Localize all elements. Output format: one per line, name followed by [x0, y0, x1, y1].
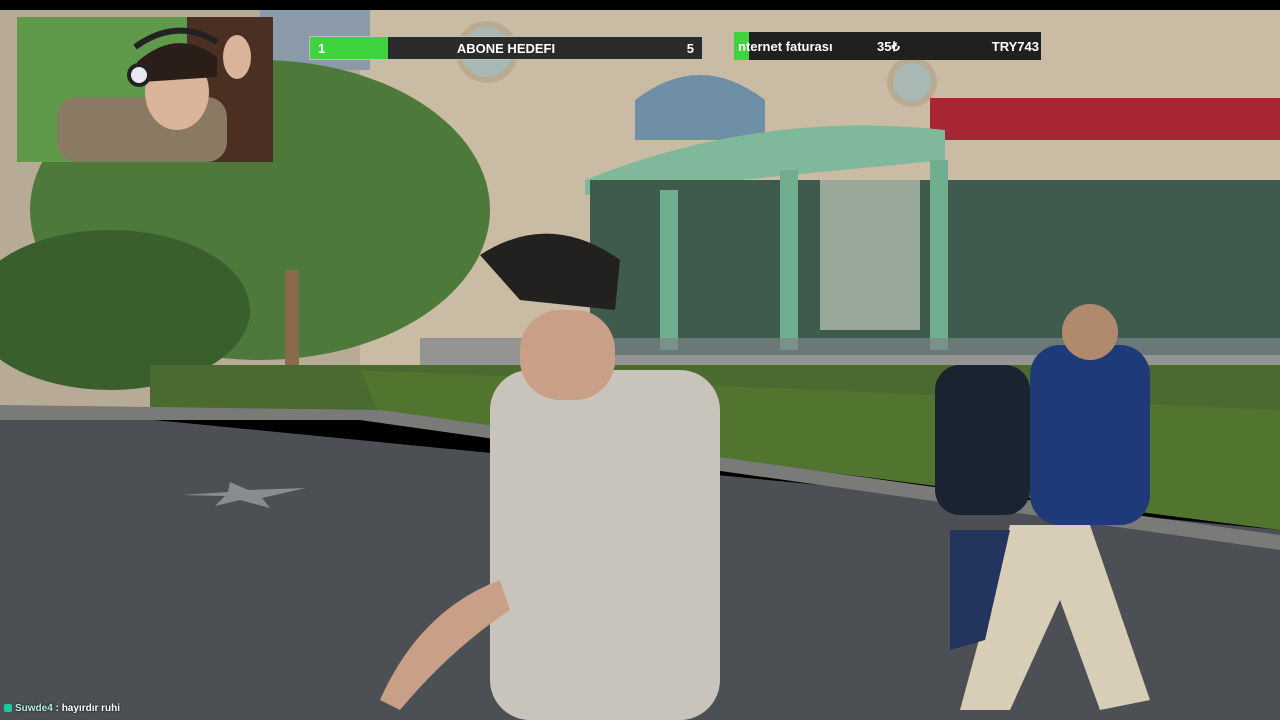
- stream-view: 1 ABONE HEDEFI 5 nternet faturası 35₺ TR…: [0, 0, 1280, 720]
- donation-goal-bar: nternet faturası 35₺ TRY743: [734, 32, 1041, 60]
- subscriber-goal-bar: 1 ABONE HEDEFI 5: [309, 36, 703, 60]
- donation-label: nternet faturası: [738, 39, 833, 54]
- chat-message: Suwde4 : hayırdır ruhi: [4, 703, 120, 714]
- chat-badge-icon: [4, 704, 12, 712]
- goal-title: ABONE HEDEFI: [456, 41, 556, 56]
- chat-separator: :: [55, 703, 59, 714]
- webcam-feed: [17, 17, 273, 162]
- letterbox-top: [0, 0, 1280, 10]
- donation-amount: 35₺: [877, 39, 900, 54]
- chat-username: Suwde4: [15, 703, 53, 714]
- chat-text: hayırdır ruhi: [61, 703, 121, 714]
- goal-target: 5: [686, 41, 694, 56]
- donation-target: TRY743: [991, 39, 1039, 54]
